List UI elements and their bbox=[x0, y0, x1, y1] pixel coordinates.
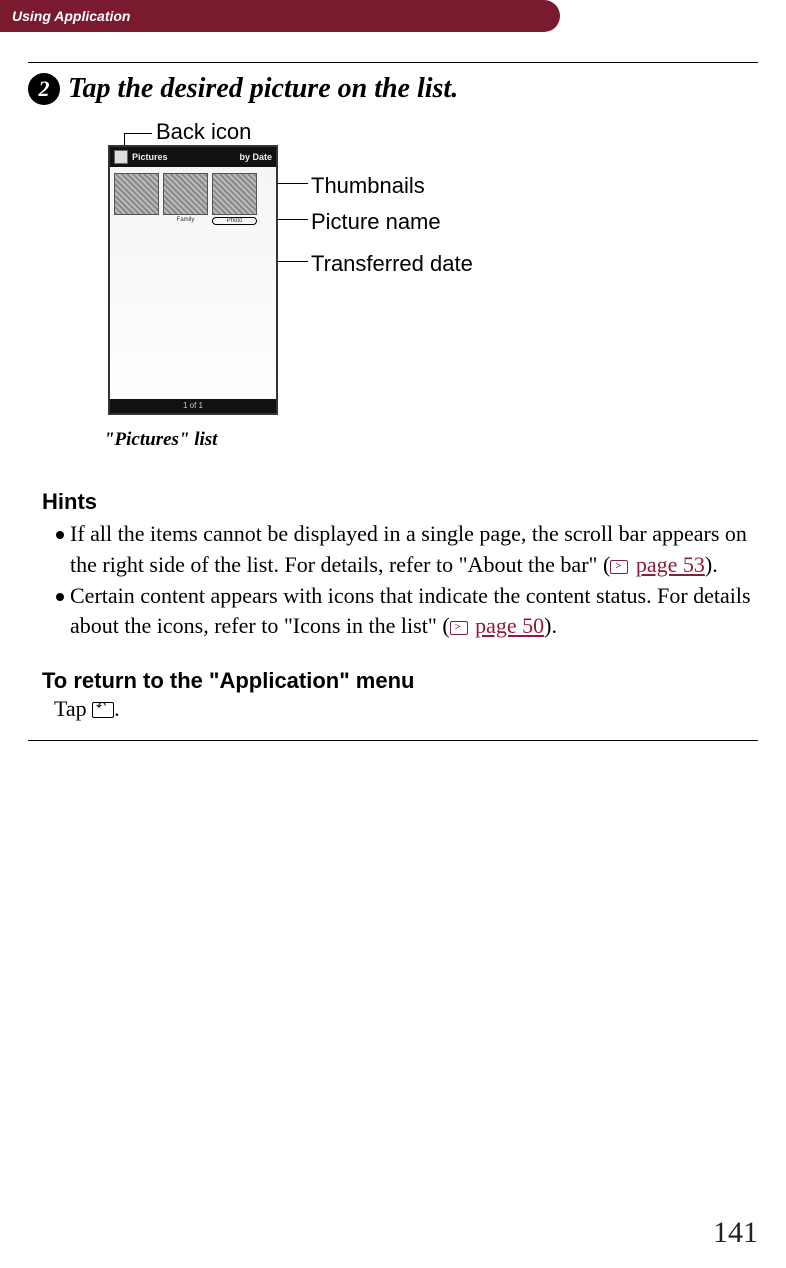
page-content: 2 Tap the desired picture on the list. B… bbox=[0, 32, 786, 741]
hint-text: If all the items cannot be displayed in … bbox=[70, 519, 758, 581]
thumbnail-item: Family bbox=[163, 173, 208, 231]
page-link[interactable]: page 53 bbox=[636, 552, 705, 577]
callout-thumbnails: Thumbnails bbox=[311, 173, 425, 199]
hint-text-post: ). bbox=[705, 552, 718, 577]
step-number-badge: 2 bbox=[28, 73, 60, 105]
section-header: Using Application bbox=[0, 0, 560, 32]
thumbnail-date bbox=[212, 225, 257, 231]
thumbnail-item: Photo bbox=[212, 173, 257, 231]
page-link[interactable]: page 50 bbox=[475, 613, 544, 638]
thumbnail-image bbox=[212, 173, 257, 215]
return-pre: Tap bbox=[54, 696, 92, 721]
device-screenshot: Pictures by Date Family Photo bbox=[108, 145, 278, 415]
hint-text: Certain content appears with icons that … bbox=[70, 581, 758, 643]
device-sort-text: by Date bbox=[239, 152, 272, 162]
thumbnail-image bbox=[114, 173, 159, 215]
connector-line bbox=[124, 133, 152, 134]
callout-picture-name: Picture name bbox=[311, 209, 441, 235]
device-title-text: Pictures bbox=[132, 152, 168, 162]
thumbnail-image bbox=[163, 173, 208, 215]
hint-text-pre: Certain content appears with icons that … bbox=[70, 583, 751, 639]
back-button-icon bbox=[92, 702, 114, 718]
device-title-bar: Pictures by Date bbox=[110, 147, 276, 167]
thumbnail-item bbox=[114, 173, 159, 231]
hints-title: Hints bbox=[42, 489, 758, 515]
rule-bottom bbox=[28, 740, 758, 741]
thumbnail-row: Family Photo bbox=[110, 167, 276, 237]
thumbnail-date bbox=[163, 223, 208, 229]
return-section: To return to the "Application" menu Tap … bbox=[42, 668, 758, 722]
back-icon bbox=[114, 150, 128, 164]
return-title: To return to the "Application" menu bbox=[42, 668, 758, 694]
hint-list-item: Certain content appears with icons that … bbox=[56, 581, 758, 643]
step-row: 2 Tap the desired picture on the list. bbox=[28, 73, 758, 105]
hint-list-item: If all the items cannot be displayed in … bbox=[56, 519, 758, 581]
section-header-text: Using Application bbox=[12, 8, 130, 24]
hint-text-post: ). bbox=[544, 613, 557, 638]
return-post: . bbox=[114, 696, 120, 721]
bullet-icon bbox=[56, 531, 64, 539]
device-footer: 1 of 1 bbox=[110, 399, 276, 413]
step-number-text: 2 bbox=[39, 76, 50, 102]
return-body: Tap . bbox=[54, 696, 758, 722]
thumbnail-date bbox=[114, 223, 159, 229]
bullet-icon bbox=[56, 593, 64, 601]
page-ref-icon bbox=[450, 621, 468, 635]
page-ref-icon bbox=[610, 560, 628, 574]
rule-top bbox=[28, 62, 758, 63]
step-instruction: Tap the desired picture on the list. bbox=[68, 73, 458, 105]
screenshot-caption: "Pictures" list bbox=[104, 429, 217, 451]
page-number: 141 bbox=[713, 1216, 758, 1250]
thumbnail-name: Photo bbox=[212, 217, 257, 225]
callout-transferred-date: Transferred date bbox=[311, 251, 473, 277]
screenshot-diagram: Back icon Thumbnails Picture name Transf… bbox=[78, 119, 758, 459]
hints-section: Hints If all the items cannot be display… bbox=[42, 489, 758, 642]
callout-back-icon: Back icon bbox=[156, 119, 251, 145]
